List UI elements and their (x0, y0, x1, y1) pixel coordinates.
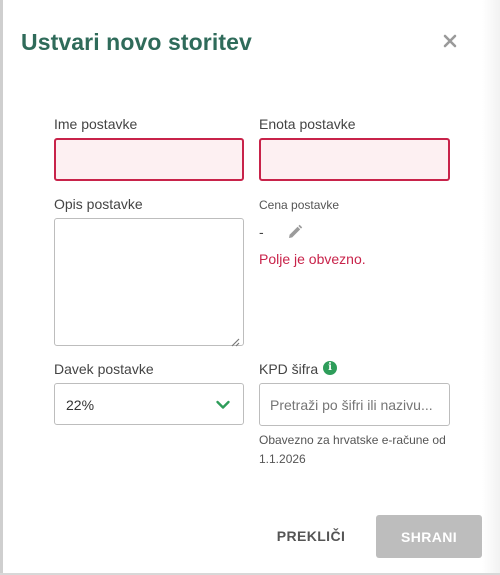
info-icon[interactable]: i (323, 361, 337, 375)
dialog-right-shadow (482, 0, 500, 575)
tax-label: Davek postavke (54, 361, 154, 377)
chevron-down-icon (215, 397, 231, 413)
item-name-input[interactable] (54, 138, 244, 181)
item-price-label: Cena postavke (259, 198, 340, 212)
item-price-value: - (259, 224, 264, 240)
item-price-error: Polje je obvezno. (259, 251, 366, 267)
dialog-left-border (0, 0, 3, 575)
close-icon[interactable] (441, 32, 459, 50)
tax-select[interactable]: 22% (54, 383, 244, 425)
dialog-title: Ustvari novo storitev (21, 29, 252, 55)
create-service-dialog: Ustvari novo storitev Ime postavke Enota… (0, 0, 500, 575)
item-unit-input[interactable] (259, 138, 450, 181)
item-description-label: Opis postavke (54, 196, 143, 212)
item-unit-label: Enota postavke (259, 116, 356, 132)
cancel-button[interactable]: PREKLIČI (268, 515, 354, 557)
kpd-helper-text: Obavezno za hrvatske e-račune od 1.1.202… (259, 433, 446, 466)
kpd-search-input[interactable] (259, 383, 450, 426)
resize-handle-icon[interactable] (231, 334, 240, 347)
item-name-label: Ime postavke (54, 116, 138, 132)
kpd-label: KPD šifra (259, 361, 319, 377)
item-description-textarea[interactable] (54, 218, 244, 346)
pencil-icon[interactable] (287, 224, 303, 240)
tax-selected-value: 22% (66, 397, 95, 413)
save-button[interactable]: SHRANI (376, 515, 482, 558)
